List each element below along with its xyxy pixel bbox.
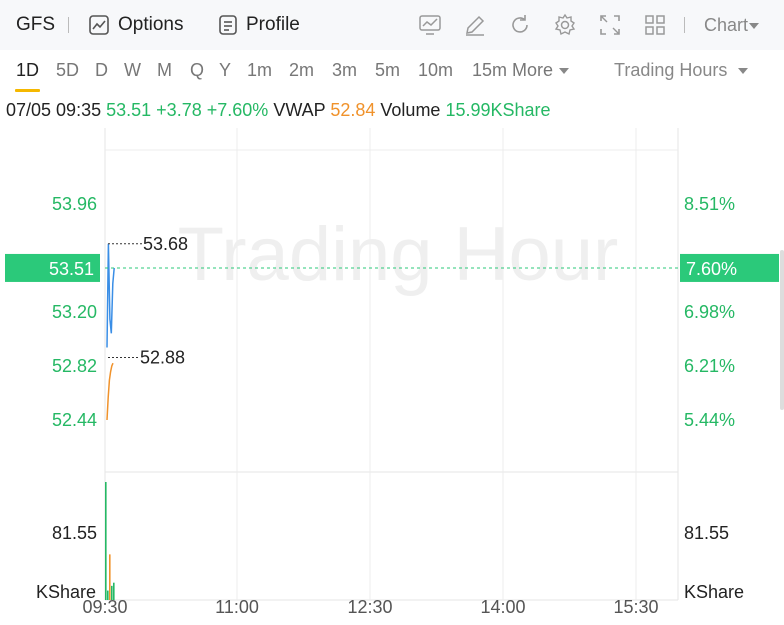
- refresh-icon[interactable]: [508, 13, 532, 37]
- tab-2m[interactable]: 2m: [289, 60, 314, 81]
- chevron-down-icon: [749, 23, 760, 30]
- time-axis-tick: 12:30: [347, 597, 392, 617]
- chart-type-dropdown[interactable]: Chart: [704, 15, 760, 36]
- time-axis-tick: 14:00: [480, 597, 525, 617]
- settings-gear-icon[interactable]: [553, 13, 577, 37]
- time-axis-tick: 15:30: [613, 597, 658, 617]
- vwap-value: 52.84: [330, 100, 376, 120]
- top-toolbar: GFS Options Profile Chart: [0, 0, 784, 50]
- volume-tick-left: 81.55: [52, 523, 97, 543]
- tab-15m[interactable]: 15m: [472, 60, 507, 81]
- tab-1m[interactable]: 1m: [247, 60, 272, 81]
- series-line-vwap: [106, 362, 114, 421]
- pct-axis-tick-right: 5.44%: [684, 410, 735, 430]
- volume-value: 15.99KShare: [445, 100, 551, 120]
- current-price-tag-label: 53.51: [49, 259, 94, 279]
- profile-label: Profile: [246, 14, 300, 35]
- pct-axis-tick-right: 8.51%: [684, 194, 735, 214]
- chart-type-label: Chart: [704, 15, 749, 35]
- options-icon: [89, 15, 109, 35]
- volume-unit-right: KShare: [684, 582, 744, 602]
- volume-tick-right: 81.55: [684, 523, 729, 543]
- tab-d[interactable]: D: [95, 60, 108, 81]
- price-axis-tick-left: 52.44: [52, 410, 97, 430]
- vwap-label: VWAP: [273, 100, 326, 120]
- price-axis-tick-left: 53.20: [52, 302, 97, 322]
- time-axis-tick: 09:30: [82, 597, 127, 617]
- tab-10m[interactable]: 10m: [418, 60, 453, 81]
- trading-hours-dropdown[interactable]: Trading Hours: [614, 60, 749, 81]
- quote-datetime: 07/05 09:35: [6, 100, 102, 120]
- volume-label: Volume: [380, 100, 441, 120]
- tab-more[interactable]: More: [512, 60, 570, 81]
- series-line-price: [106, 243, 115, 348]
- tab-w[interactable]: W: [124, 60, 141, 81]
- profile-icon: [219, 15, 237, 35]
- quote-price: 53.51: [106, 100, 152, 120]
- tab-q[interactable]: Q: [190, 60, 204, 81]
- fullscreen-icon[interactable]: [598, 13, 622, 37]
- tab-5d[interactable]: 5D: [56, 60, 79, 81]
- quote-info-line: 07/05 09:35 53.51 +3.78 +7.60% VWAP 52.8…: [6, 100, 551, 121]
- quote-change: +3.78: [156, 100, 202, 120]
- volume-bar: [105, 482, 107, 600]
- quote-change-pct: +7.60%: [206, 100, 269, 120]
- tab-3m[interactable]: 3m: [332, 60, 357, 81]
- volume-bar: [109, 554, 111, 600]
- draw-pen-icon[interactable]: [463, 13, 487, 37]
- layout-grid-icon[interactable]: [643, 13, 667, 37]
- options-button[interactable]: Options: [88, 12, 183, 38]
- price-axis-tick-left: 53.96: [52, 194, 97, 214]
- pct-axis-tick-right: 6.98%: [684, 302, 735, 322]
- trading-hours-label: Trading Hours: [614, 60, 728, 80]
- separator: [68, 17, 69, 33]
- tab-5m[interactable]: 5m: [375, 60, 400, 81]
- current-pct-tag-label: 7.60%: [686, 259, 737, 279]
- tab-1d[interactable]: 1D: [14, 60, 41, 92]
- profile-button[interactable]: Profile: [218, 12, 300, 38]
- time-axis-tick: 11:00: [215, 597, 259, 617]
- chevron-down-icon: [738, 68, 749, 75]
- pct-axis-tick-right: 6.21%: [684, 356, 735, 376]
- scrollbar[interactable]: [780, 250, 784, 410]
- stock-symbol: GFS: [16, 14, 56, 35]
- intraday-chart[interactable]: 53.96 53.20 52.82 52.44 8.51% 6.98% 6.21% 5.44%…: [0, 128, 784, 625]
- chevron-down-icon: [559, 68, 570, 75]
- options-label: Options: [118, 14, 184, 35]
- indicator-icon[interactable]: [418, 13, 442, 37]
- tab-m[interactable]: M: [157, 60, 172, 81]
- watermark: Trading Hour: [178, 212, 619, 297]
- low-marker-label: 52.88: [140, 347, 185, 367]
- price-axis-tick-left: 52.82: [52, 356, 97, 376]
- high-marker-label: 53.68: [143, 234, 188, 254]
- separator: [684, 17, 685, 33]
- more-label: More: [512, 60, 554, 80]
- tab-y[interactable]: Y: [219, 60, 231, 81]
